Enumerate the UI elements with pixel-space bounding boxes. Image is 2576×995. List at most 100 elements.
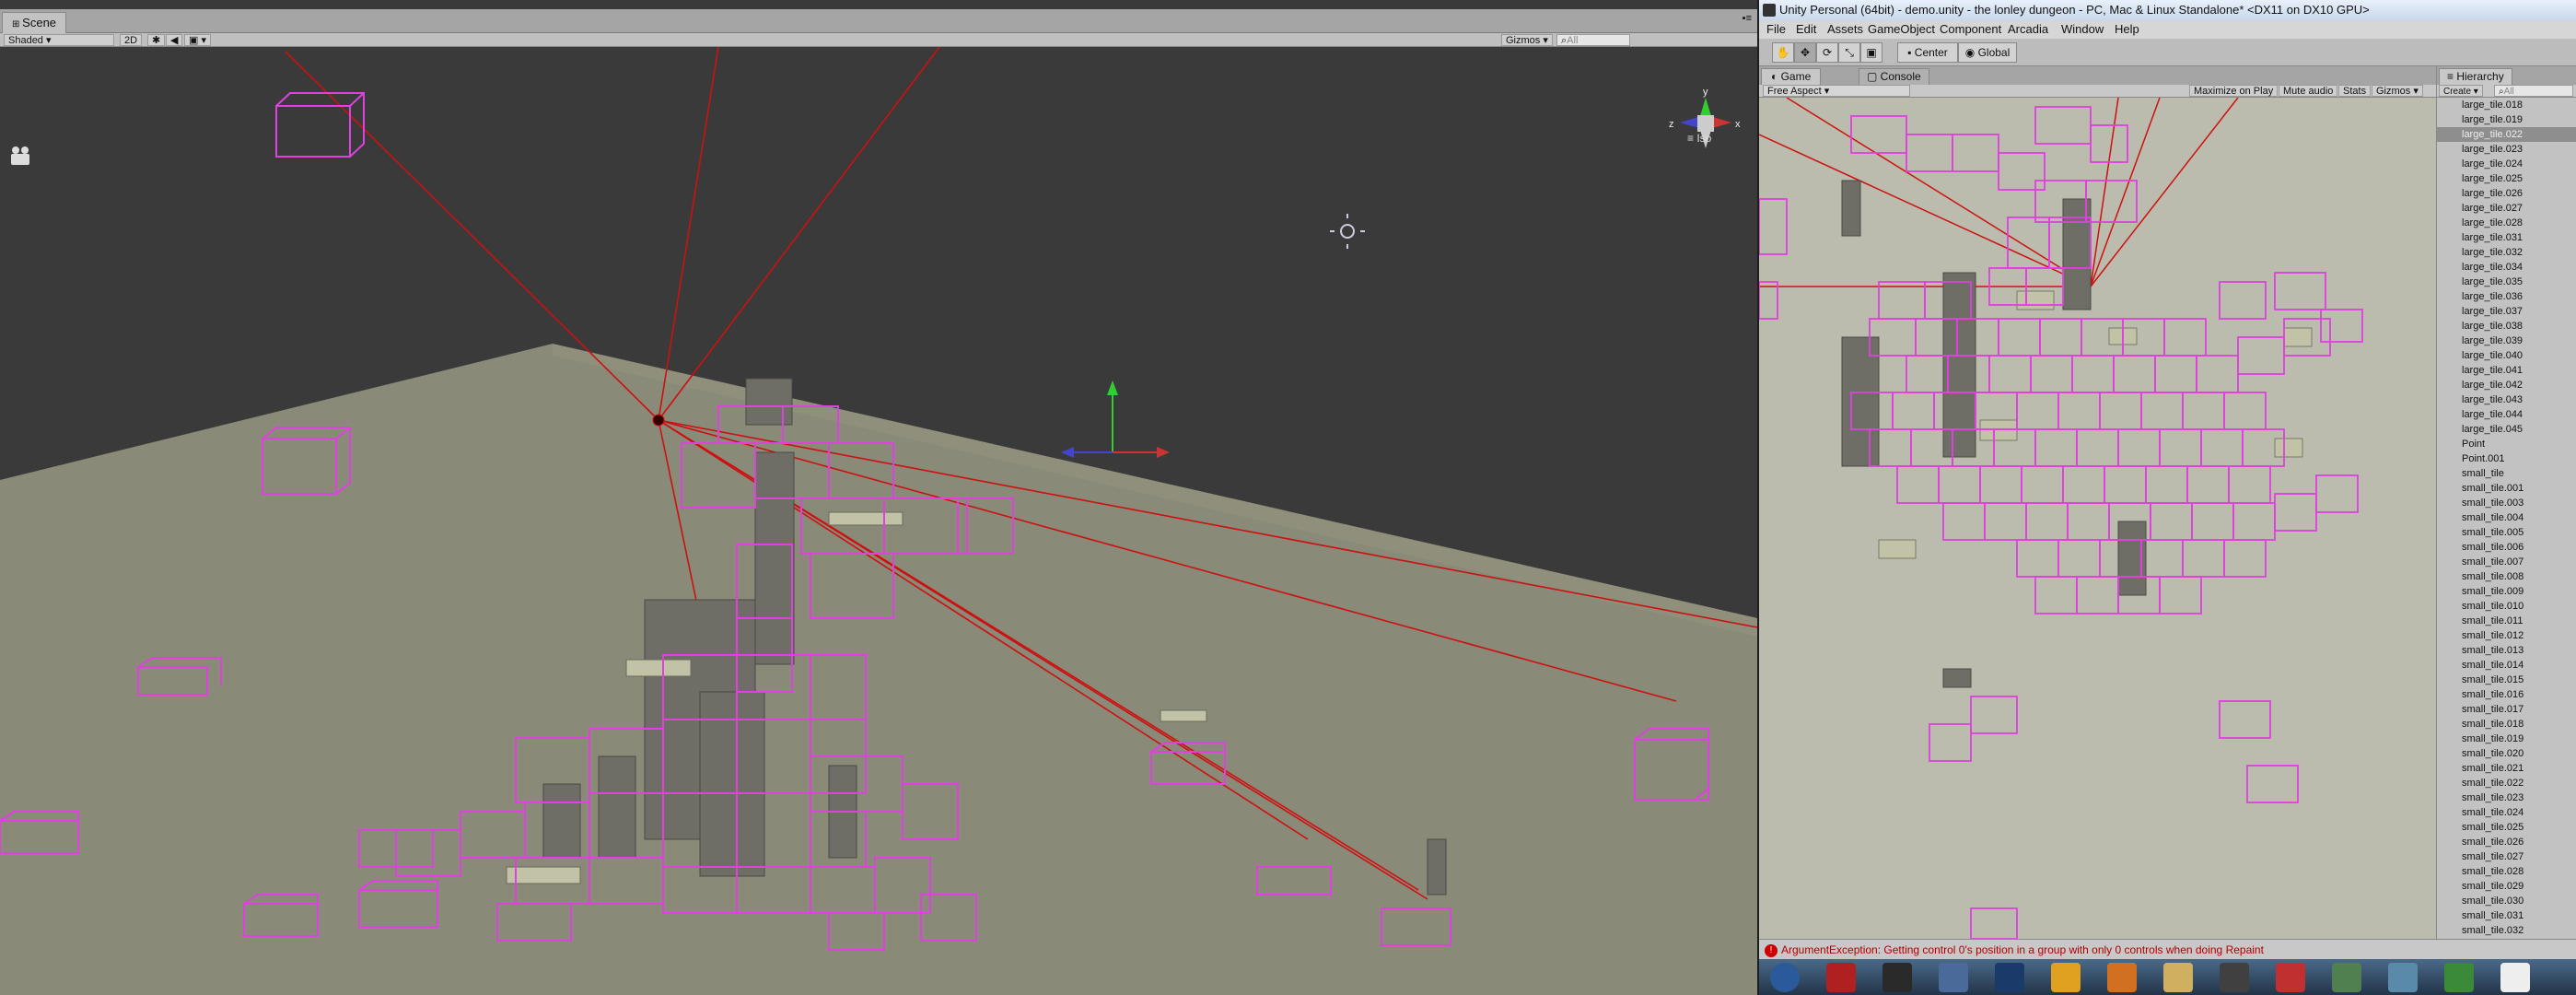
hierarchy-item[interactable]: large_tile.045 bbox=[2462, 422, 2523, 437]
hierarchy-item[interactable]: large_tile.026 bbox=[2462, 186, 2523, 201]
hierarchy-item[interactable]: Point.001 bbox=[2462, 451, 2504, 466]
hierarchy-item[interactable]: large_tile.027 bbox=[2462, 201, 2523, 216]
menu-arcadia[interactable]: Arcadia bbox=[2008, 20, 2048, 39]
hierarchy-item[interactable]: small_tile.004 bbox=[2462, 510, 2524, 525]
hierarchy-item[interactable]: large_tile.035 bbox=[2462, 275, 2523, 289]
hierarchy-item[interactable]: small_tile.005 bbox=[2462, 525, 2524, 540]
filezilla-icon[interactable] bbox=[1826, 963, 1856, 992]
hierarchy-item[interactable]: small_tile.015 bbox=[2462, 673, 2524, 687]
hierarchy-item[interactable]: large_tile.031 bbox=[2462, 230, 2523, 245]
status-bar[interactable]: ! ArgumentException: Getting control 0's … bbox=[1759, 939, 2576, 959]
tab-scene[interactable]: ⊞ Scene bbox=[2, 12, 67, 33]
hierarchy-item[interactable]: large_tile.041 bbox=[2462, 363, 2523, 378]
scale-tool-icon[interactable]: ⤡ bbox=[1838, 42, 1860, 63]
menu-file[interactable]: File bbox=[1766, 20, 1786, 39]
hierarchy-item[interactable]: large_tile.044 bbox=[2462, 407, 2523, 422]
hierarchy-item[interactable]: small_tile bbox=[2462, 466, 2504, 481]
monitor-icon[interactable] bbox=[2332, 963, 2361, 992]
menu-component[interactable]: Component bbox=[1940, 20, 2001, 39]
menu-gameobject[interactable]: GameObject bbox=[1868, 20, 1935, 39]
rect-tool-icon[interactable]: ▣ bbox=[1860, 42, 1882, 63]
unity-icon[interactable] bbox=[2500, 963, 2530, 992]
hierarchy-item[interactable]: large_tile.039 bbox=[2462, 334, 2523, 348]
chrome-icon[interactable] bbox=[2444, 963, 2474, 992]
hierarchy-item[interactable]: large_tile.019 bbox=[2462, 112, 2523, 127]
sublime-icon[interactable] bbox=[2220, 963, 2249, 992]
hierarchy-item[interactable]: small_tile.014 bbox=[2462, 658, 2524, 673]
menu-help[interactable]: Help bbox=[2115, 20, 2139, 39]
steam-icon[interactable] bbox=[1882, 963, 1912, 992]
hierarchy-item[interactable]: large_tile.042 bbox=[2462, 378, 2523, 392]
hierarchy-item[interactable]: small_tile.010 bbox=[2462, 599, 2524, 614]
pivot-center-toggle[interactable]: ▪ Center bbox=[1897, 42, 1958, 63]
move-tool-icon[interactable]: ✥ bbox=[1794, 42, 1816, 63]
scene-viewport[interactable]: y x z ≡ Iso bbox=[0, 47, 1757, 995]
hierarchy-item[interactable]: small_tile.016 bbox=[2462, 687, 2524, 702]
hierarchy-item[interactable]: small_tile.006 bbox=[2462, 540, 2524, 555]
hierarchy-item[interactable]: small_tile.029 bbox=[2462, 879, 2524, 894]
game-gizmos-dropdown[interactable]: Gizmos ▾ bbox=[2372, 85, 2423, 97]
hierarchy-item[interactable]: small_tile.030 bbox=[2462, 894, 2524, 908]
lighting-toggle-icon[interactable]: ✱ bbox=[147, 34, 166, 46]
hierarchy-item[interactable]: small_tile.028 bbox=[2462, 864, 2524, 879]
window-icon[interactable] bbox=[2388, 963, 2418, 992]
hierarchy-item[interactable]: small_tile.024 bbox=[2462, 805, 2524, 820]
hierarchy-item[interactable]: small_tile.021 bbox=[2462, 761, 2524, 776]
hierarchy-item[interactable]: small_tile.023 bbox=[2462, 790, 2524, 805]
tab-console[interactable]: ▢ Console bbox=[1859, 68, 1929, 85]
hierarchy-item[interactable]: large_tile.037 bbox=[2462, 304, 2523, 319]
hierarchy-item[interactable]: large_tile.040 bbox=[2462, 348, 2523, 363]
hierarchy-item[interactable]: large_tile.043 bbox=[2462, 392, 2523, 407]
hierarchy-item[interactable]: large_tile.025 bbox=[2462, 171, 2523, 186]
image-effects-dropdown-icon[interactable]: ▣ ▾ bbox=[184, 34, 211, 46]
hierarchy-search-input[interactable]: ⌕All bbox=[2494, 85, 2573, 97]
hierarchy-item[interactable]: small_tile.025 bbox=[2462, 820, 2524, 835]
hierarchy-item[interactable]: small_tile.009 bbox=[2462, 584, 2524, 599]
tab-hierarchy[interactable]: ≡ Hierarchy bbox=[2439, 68, 2512, 85]
hierarchy-item[interactable]: small_tile.013 bbox=[2462, 643, 2524, 658]
hierarchy-item[interactable]: small_tile.018 bbox=[2462, 717, 2524, 732]
shading-mode-dropdown[interactable]: Shaded ▾ bbox=[4, 34, 114, 46]
hierarchy-item[interactable]: large_tile.032 bbox=[2462, 245, 2523, 260]
toggle-2d-button[interactable]: 2D bbox=[120, 34, 143, 46]
hierarchy-list[interactable]: large_tile.018 large_tile.019 large_tile.0… bbox=[2437, 98, 2576, 939]
hierarchy-item[interactable]: small_tile.027 bbox=[2462, 849, 2524, 864]
maximize-on-play-toggle[interactable]: Maximize on Play bbox=[2189, 85, 2279, 97]
hierarchy-item[interactable]: small_tile.001 bbox=[2462, 481, 2524, 496]
rotate-tool-icon[interactable]: ⟳ bbox=[1816, 42, 1838, 63]
audio-toggle-icon[interactable]: ◀ bbox=[166, 34, 183, 46]
hierarchy-item[interactable]: large_tile.036 bbox=[2462, 289, 2523, 304]
hierarchy-item[interactable]: small_tile.011 bbox=[2462, 614, 2523, 628]
hierarchy-item[interactable]: large_tile.034 bbox=[2462, 260, 2523, 275]
scene-gizmos-dropdown[interactable]: Gizmos ▾ bbox=[1501, 34, 1553, 46]
hierarchy-item[interactable]: small_tile.012 bbox=[2462, 628, 2524, 643]
hierarchy-item[interactable]: Point bbox=[2462, 437, 2485, 451]
hierarchy-item[interactable]: large_tile.024 bbox=[2462, 157, 2523, 171]
hierarchy-item[interactable]: small_tile.020 bbox=[2462, 746, 2524, 761]
hierarchy-item[interactable]: small_tile.022 bbox=[2462, 776, 2524, 790]
cinema-icon[interactable] bbox=[2051, 963, 2081, 992]
hierarchy-item[interactable]: large_tile.023 bbox=[2462, 142, 2523, 157]
hierarchy-item[interactable]: small_tile.017 bbox=[2462, 702, 2524, 717]
scene-search-input[interactable]: ⌕All bbox=[1556, 34, 1630, 46]
aspect-dropdown[interactable]: Free Aspect ▾ bbox=[1763, 85, 1910, 97]
media-icon[interactable] bbox=[2276, 963, 2305, 992]
tab-options-icon[interactable]: ▪≡ bbox=[1743, 13, 1752, 24]
hierarchy-item[interactable]: small_tile.032 bbox=[2462, 923, 2524, 938]
blender-icon[interactable] bbox=[2107, 963, 2137, 992]
tab-game[interactable]: ◐ Game bbox=[1761, 68, 1822, 85]
hierarchy-item[interactable]: small_tile.031 bbox=[2462, 908, 2524, 923]
hierarchy-item[interactable]: small_tile.003 bbox=[2462, 496, 2524, 510]
stats-toggle[interactable]: Stats bbox=[2338, 85, 2372, 97]
hierarchy-item[interactable]: small_tile.019 bbox=[2462, 732, 2524, 746]
game-viewport[interactable] bbox=[1759, 98, 2436, 939]
mute-audio-toggle[interactable]: Mute audio bbox=[2279, 85, 2338, 97]
menu-window[interactable]: Window bbox=[2061, 20, 2104, 39]
hierarchy-item[interactable]: large_tile.018 bbox=[2462, 98, 2523, 112]
hierarchy-item[interactable]: large_tile.022 bbox=[2437, 127, 2576, 142]
pivot-global-toggle[interactable]: ◉ Global bbox=[1958, 42, 2017, 63]
create-dropdown[interactable]: Create ▾ bbox=[2439, 85, 2483, 97]
hierarchy-item[interactable]: small_tile.026 bbox=[2462, 835, 2524, 849]
projection-label[interactable]: ≡ Iso bbox=[1687, 132, 1711, 145]
explorer-icon[interactable] bbox=[1939, 963, 1968, 992]
